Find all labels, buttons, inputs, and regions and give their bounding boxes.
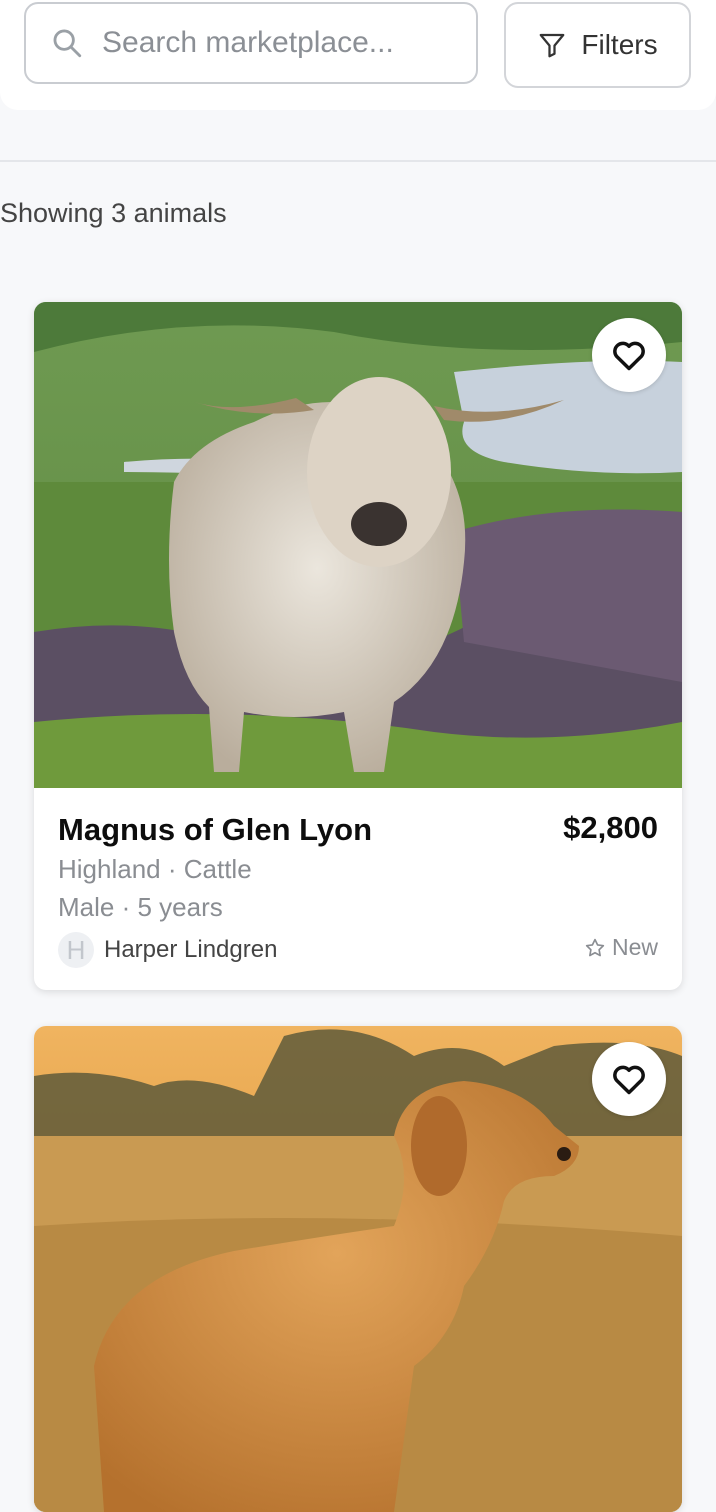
favorite-button[interactable] <box>592 1042 666 1116</box>
avatar: H <box>58 932 94 968</box>
search-icon <box>53 29 82 58</box>
filter-icon <box>540 33 565 58</box>
listing-photo[interactable] <box>34 1026 682 1512</box>
heart-outline-icon <box>613 341 645 371</box>
listing-card[interactable] <box>34 1026 682 1512</box>
filters-button[interactable]: Filters <box>504 2 691 88</box>
divider <box>0 160 716 162</box>
filters-label: Filters <box>581 29 658 60</box>
results-count: Showing 3 animals <box>0 198 227 228</box>
new-badge: New <box>584 934 658 961</box>
favorite-button[interactable] <box>592 318 666 392</box>
listing-breed: Highland · Cattle <box>58 854 252 884</box>
listing-info: Magnus of Glen Lyon $2,800 Highland · Ca… <box>34 788 682 990</box>
heart-outline-icon <box>613 1065 645 1095</box>
listing-name[interactable]: Magnus of Glen Lyon <box>58 812 372 848</box>
listing-card[interactable]: Magnus of Glen Lyon $2,800 Highland · Ca… <box>34 302 682 990</box>
top-bar: Filters <box>0 0 716 110</box>
seller-name[interactable]: Harper Lindgren <box>104 936 277 964</box>
listing-photo[interactable] <box>34 302 682 788</box>
highland-cattle-photo <box>34 302 682 788</box>
search-input[interactable] <box>102 26 422 60</box>
search-box[interactable] <box>24 2 478 84</box>
listing-sex-age: Male · 5 years <box>58 892 223 922</box>
listing-price: $2,800 <box>563 810 658 845</box>
golden-retriever-photo <box>34 1026 682 1512</box>
star-outline-icon <box>585 938 605 956</box>
seller[interactable]: H Harper Lindgren <box>58 932 277 968</box>
badge-label: New <box>611 934 658 960</box>
